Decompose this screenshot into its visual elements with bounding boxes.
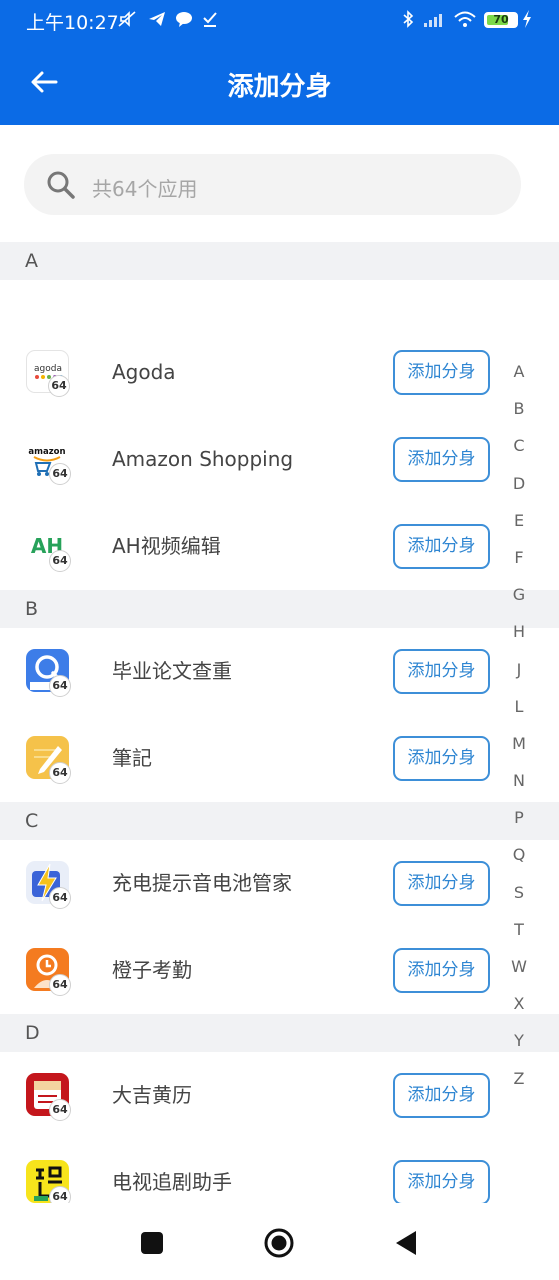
- attendance-icon: 64: [26, 948, 71, 996]
- wifi-icon: [454, 11, 476, 27]
- index-letter[interactable]: Y: [505, 1022, 533, 1059]
- search-icon: [47, 171, 75, 199]
- index-letter[interactable]: X: [505, 985, 533, 1022]
- index-letter[interactable]: L: [505, 688, 533, 725]
- tv-drama-icon: 64: [26, 1160, 71, 1208]
- add-clone-button[interactable]: 添加分身: [393, 350, 490, 395]
- charging-bolt-icon: [523, 10, 531, 28]
- badge-64: 64: [49, 463, 71, 485]
- index-letter[interactable]: C: [505, 427, 533, 464]
- badge-64: 64: [48, 375, 70, 397]
- index-letter[interactable]: F: [505, 539, 533, 576]
- home-button[interactable]: [263, 1227, 295, 1259]
- page-title: 添加分身: [227, 72, 332, 102]
- search-placeholder: 共64个应用: [92, 177, 198, 201]
- section-header-c: C: [0, 802, 559, 840]
- index-letter[interactable]: T: [505, 911, 533, 948]
- amazon-icon: amazon 64: [26, 437, 71, 485]
- app-list: A agoda 64 Agoda 添加分身 amazon 64 Amazon S…: [0, 242, 559, 1226]
- add-clone-button[interactable]: 添加分身: [393, 736, 490, 781]
- badge-64: 64: [49, 974, 71, 996]
- app-name: 筆記: [112, 746, 152, 770]
- bluetooth-icon: [403, 10, 414, 28]
- index-letter[interactable]: M: [505, 725, 533, 762]
- badge-64: 64: [49, 887, 71, 909]
- app-bar: 添加分身: [0, 38, 559, 125]
- badge-64: 64: [49, 675, 71, 697]
- thesis-check-icon: 64: [26, 649, 71, 697]
- status-bar: 上午10:27 70: [0, 0, 559, 38]
- section-header-a: A: [0, 242, 559, 280]
- recents-button[interactable]: [141, 1232, 163, 1254]
- ah-video-icon: AH 64: [26, 524, 71, 572]
- list-item: 64 充电提示音电池管家 添加分身: [0, 840, 559, 927]
- index-letter[interactable]: Z: [505, 1060, 533, 1097]
- index-letter[interactable]: N: [505, 762, 533, 799]
- add-clone-button[interactable]: 添加分身: [393, 861, 490, 906]
- badge-64: 64: [49, 550, 71, 572]
- add-clone-button[interactable]: 添加分身: [393, 524, 490, 569]
- index-letter[interactable]: A: [505, 353, 533, 390]
- app-name: 橙子考勤: [112, 958, 192, 982]
- mute-icon: [118, 11, 136, 27]
- battery-indicator: 70: [484, 12, 518, 28]
- signal-icon: [424, 14, 442, 27]
- index-letter[interactable]: E: [505, 502, 533, 539]
- alphabet-index[interactable]: A B C D E F G H J L M N P Q S T W X Y Z: [505, 353, 533, 1097]
- search-bar[interactable]: 共64个应用: [24, 154, 521, 215]
- battery-percent: 70: [493, 13, 509, 26]
- add-clone-button[interactable]: 添加分身: [393, 948, 490, 993]
- list-item: amazon 64 Amazon Shopping 添加分身: [0, 416, 559, 503]
- index-letter[interactable]: H: [505, 613, 533, 650]
- download-done-icon: [203, 12, 217, 27]
- app-name: Amazon Shopping: [112, 447, 294, 471]
- section-header-d: D: [0, 1014, 559, 1052]
- back-button[interactable]: [394, 1229, 418, 1257]
- app-name: 毕业论文查重: [112, 659, 232, 683]
- app-name: AH视频编辑: [112, 534, 221, 558]
- status-time: 上午10:27: [26, 12, 119, 34]
- app-name: Agoda: [112, 360, 176, 384]
- add-clone-button[interactable]: 添加分身: [393, 437, 490, 482]
- index-letter[interactable]: B: [505, 390, 533, 427]
- add-clone-button[interactable]: 添加分身: [393, 649, 490, 694]
- charging-icon: 64: [26, 861, 71, 909]
- index-letter[interactable]: J: [505, 651, 533, 688]
- chat-icon: [176, 12, 192, 27]
- svg-text:agoda: agoda: [34, 364, 62, 374]
- index-letter[interactable]: G: [505, 576, 533, 613]
- index-letter[interactable]: P: [505, 799, 533, 836]
- index-letter[interactable]: Q: [505, 836, 533, 873]
- list-item: 64 橙子考勤 添加分身: [0, 927, 559, 1014]
- agoda-icon: agoda 64: [26, 350, 70, 397]
- add-clone-button[interactable]: 添加分身: [393, 1160, 490, 1205]
- list-item: AH 64 AH视频编辑 添加分身: [0, 503, 559, 590]
- badge-64: 64: [49, 762, 71, 784]
- list-item: 64 筆記 添加分身: [0, 715, 559, 802]
- svg-text:amazon: amazon: [28, 447, 65, 457]
- index-letter[interactable]: D: [505, 465, 533, 502]
- app-name: 大吉黄历: [112, 1083, 192, 1107]
- list-item: agoda 64 Agoda 添加分身: [0, 329, 559, 416]
- add-clone-button[interactable]: 添加分身: [393, 1073, 490, 1118]
- app-name: 充电提示音电池管家: [112, 871, 292, 895]
- section-header-b: B: [0, 590, 559, 628]
- calendar-icon: 64: [26, 1073, 71, 1121]
- index-letter[interactable]: W: [505, 948, 533, 985]
- index-letter[interactable]: S: [505, 874, 533, 911]
- telegram-icon: [149, 12, 165, 26]
- system-nav-bar: [0, 1203, 559, 1280]
- notes-icon: 64: [26, 736, 71, 784]
- list-item: 64 毕业论文查重 添加分身: [0, 628, 559, 715]
- list-item: 64 大吉黄历 添加分身: [0, 1052, 559, 1139]
- badge-64: 64: [49, 1099, 71, 1121]
